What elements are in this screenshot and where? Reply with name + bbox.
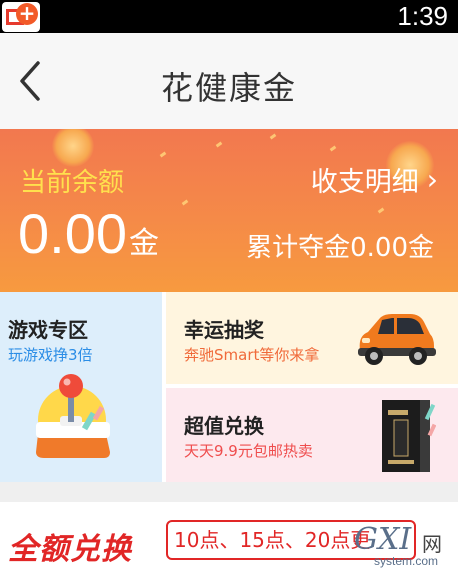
lucky-draw-card[interactable]: 幸运抽奖 奔驰Smart等你来拿 (166, 292, 458, 386)
games-zone-subtitle: 玩游戏挣3倍 (8, 346, 93, 364)
product-box-icon (382, 400, 436, 472)
balance-unit: 金 (129, 226, 159, 261)
spark-decoration (159, 151, 167, 158)
income-expense-detail-link[interactable]: 收支明细 › (311, 160, 438, 199)
spark-decoration (377, 207, 385, 214)
status-time: 1:39 (397, 1, 448, 31)
lucky-draw-title: 幸运抽奖 (184, 318, 264, 342)
total-won: 累计夺金0.00金 (246, 233, 434, 263)
status-bar: + 1:39 (0, 0, 458, 33)
header: 花健康金 (0, 33, 458, 129)
watermark-cn: 网 (422, 532, 442, 556)
value-exchange-subtitle: 天天9.9元包邮热卖 (184, 442, 313, 460)
spark-decoration (215, 141, 223, 148)
full-exchange-title: 全额兑换 (8, 532, 132, 567)
spark-decoration (269, 133, 277, 140)
games-zone-title: 游戏专区 (8, 318, 88, 342)
page-title: 花健康金 (160, 69, 297, 107)
games-zone-card[interactable]: 游戏专区 玩游戏挣3倍 (0, 292, 164, 482)
spark-decoration (329, 145, 337, 152)
app-plus-icon: + (2, 2, 40, 32)
lucky-draw-subtitle: 奔驰Smart等你来拿 (184, 346, 320, 364)
section-divider (0, 482, 458, 502)
value-exchange-card[interactable]: 超值兑换 天天9.9元包邮热卖 (166, 388, 458, 482)
balance-value: 0.00 金 (18, 201, 159, 266)
balance-banner: 当前余额 收支明细 › 0.00 金 累计夺金0.00金 (0, 129, 458, 292)
value-exchange-title: 超值兑换 (184, 414, 264, 438)
detail-link-label: 收支明细 (310, 167, 419, 198)
watermark-logo: GXI 网 system.com (354, 522, 454, 568)
chevron-right-icon: › (426, 162, 438, 196)
watermark-main: GXI (354, 522, 412, 557)
balance-label: 当前余额 (20, 168, 125, 198)
spark-decoration (181, 199, 189, 206)
joystick-icon (36, 374, 110, 458)
car-icon (358, 314, 436, 365)
watermark-sub: system.com (374, 554, 439, 568)
balance-number: 0.00 (18, 202, 127, 265)
feature-grid: 游戏专区 玩游戏挣3倍 幸运抽奖 奔驰Smart等你来拿 超值兑换 天天9.9元… (0, 292, 458, 482)
